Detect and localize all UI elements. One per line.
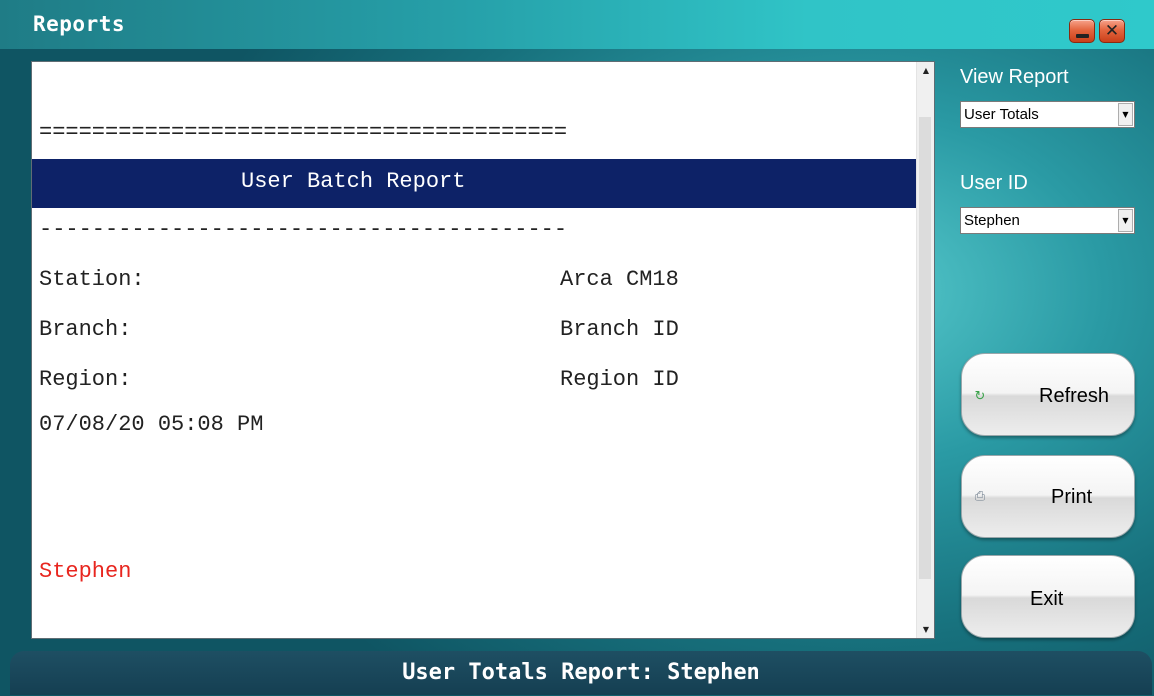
scroll-thumb[interactable]	[919, 117, 931, 579]
region-value: Region ID	[560, 367, 679, 392]
minimize-icon	[1076, 34, 1089, 38]
printer-icon: ⎙	[974, 489, 986, 504]
report-header-band: User Batch Report	[32, 159, 918, 208]
report-user-name: Stephen	[39, 559, 132, 584]
status-text: User Totals Report: Stephen	[402, 660, 760, 685]
status-bar: User Totals Report: Stephen	[10, 651, 1152, 695]
branch-value: Branch ID	[560, 317, 679, 342]
station-label: Station:	[39, 267, 145, 292]
exit-button[interactable]: Exit	[961, 555, 1135, 638]
exit-button-label: Exit	[1030, 588, 1064, 610]
report-single-rule: ----------------------------------------	[39, 217, 568, 242]
view-report-value: User Totals	[964, 106, 1039, 123]
scroll-up-arrow-icon[interactable]: ▲	[917, 62, 934, 79]
print-button[interactable]: ⎙ Print	[961, 455, 1135, 538]
region-label: Region:	[39, 367, 132, 392]
refresh-icon: ↻	[974, 389, 986, 404]
window-title: Reports	[33, 12, 126, 36]
chevron-down-icon[interactable]: ▼	[1118, 103, 1133, 126]
user-id-value: Stephen	[964, 212, 1020, 229]
user-id-select[interactable]: Stephen ▼	[960, 207, 1135, 234]
refresh-button-label: Refresh	[1039, 385, 1110, 407]
report-viewer[interactable]: ========================================…	[31, 61, 935, 639]
station-value: Arca CM18	[560, 267, 679, 292]
user-id-label: User ID	[960, 172, 1028, 194]
chevron-down-icon[interactable]: ▼	[1118, 209, 1133, 232]
close-icon: ✕	[1104, 21, 1120, 41]
report-double-rule: ========================================	[39, 120, 568, 145]
view-report-label: View Report	[960, 66, 1069, 88]
report-header-title: User Batch Report	[241, 169, 466, 194]
title-bar: Reports ✕	[0, 0, 1154, 49]
print-button-label: Print	[1051, 486, 1093, 508]
report-content: ========================================…	[32, 62, 918, 638]
minimize-button[interactable]	[1069, 19, 1095, 43]
branch-label: Branch:	[39, 317, 132, 342]
report-timestamp: 07/08/20 05:08 PM	[39, 412, 264, 437]
report-scrollbar[interactable]: ▲ ▼	[916, 62, 934, 638]
scroll-down-arrow-icon[interactable]: ▼	[917, 621, 934, 638]
view-report-select[interactable]: User Totals ▼	[960, 101, 1135, 128]
close-button[interactable]: ✕	[1099, 19, 1125, 43]
refresh-button[interactable]: ↻ Refresh	[961, 353, 1135, 436]
